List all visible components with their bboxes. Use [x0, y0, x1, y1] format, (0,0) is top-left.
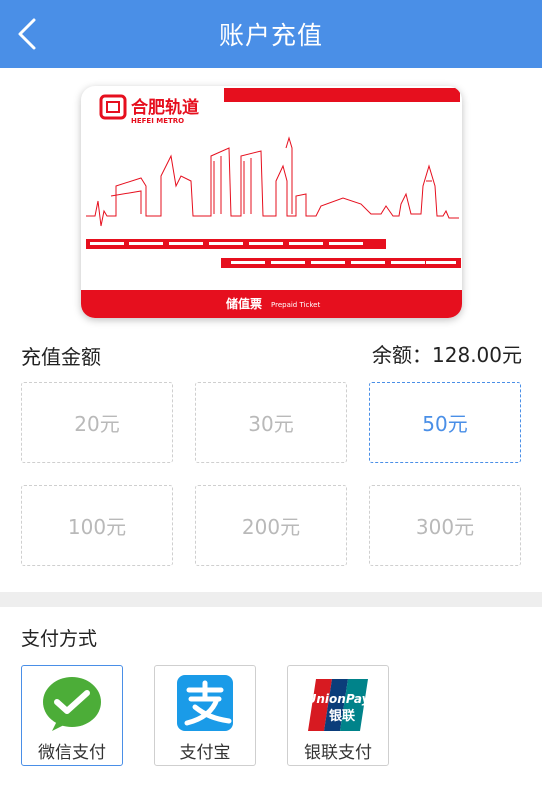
alipay-icon [177, 675, 233, 731]
amount-option-20[interactable]: 20元 [21, 382, 173, 463]
train-illustration [86, 239, 461, 268]
svg-text:UnionPay: UnionPay [308, 692, 368, 706]
unionpay-icon: UnionPay 银联 [308, 679, 368, 731]
wechat-pay-icon [43, 677, 101, 731]
card-top-stripe [224, 88, 460, 102]
pay-unionpay-label: 银联支付 [304, 743, 372, 763]
svg-text:合肥轨道: 合肥轨道 [131, 97, 199, 118]
amount-option-50-selected[interactable]: 50元 [369, 382, 521, 463]
amount-option-30[interactable]: 30元 [195, 382, 347, 463]
svg-text:银联: 银联 [329, 708, 355, 724]
pay-unionpay-button[interactable]: UnionPay 银联 银联支付 [287, 665, 389, 766]
card-ticket-type-en: Prepaid Ticket [271, 301, 320, 309]
top-bar: 账户充值 [0, 0, 542, 68]
metro-card-image: 合肥轨道 HEFEI METRO 储值票 Prepaid Ticket [81, 86, 462, 318]
pay-wechat-button[interactable]: 微信支付 [21, 665, 123, 766]
recharge-amount-label: 充值金额 [21, 345, 101, 369]
page-title: 账户充值 [218, 21, 323, 50]
hefei-metro-logo: 合肥轨道 HEFEI METRO [99, 94, 199, 125]
card-ticket-type: 储值票 [226, 296, 262, 311]
amount-option-200[interactable]: 200元 [195, 485, 347, 566]
section-divider [0, 592, 542, 607]
payment-method-label: 支付方式 [21, 628, 98, 650]
amount-option-100[interactable]: 100元 [21, 485, 173, 566]
balance-text: 余额：128.00元 [372, 343, 522, 367]
svg-text:HEFEI METRO: HEFEI METRO [131, 117, 184, 125]
pay-wechat-label: 微信支付 [38, 743, 106, 763]
pay-alipay-label: 支付宝 [179, 743, 231, 763]
skyline-illustration [86, 136, 459, 227]
pay-alipay-button[interactable]: 支付宝 [154, 665, 256, 766]
amount-option-300[interactable]: 300元 [369, 485, 521, 566]
